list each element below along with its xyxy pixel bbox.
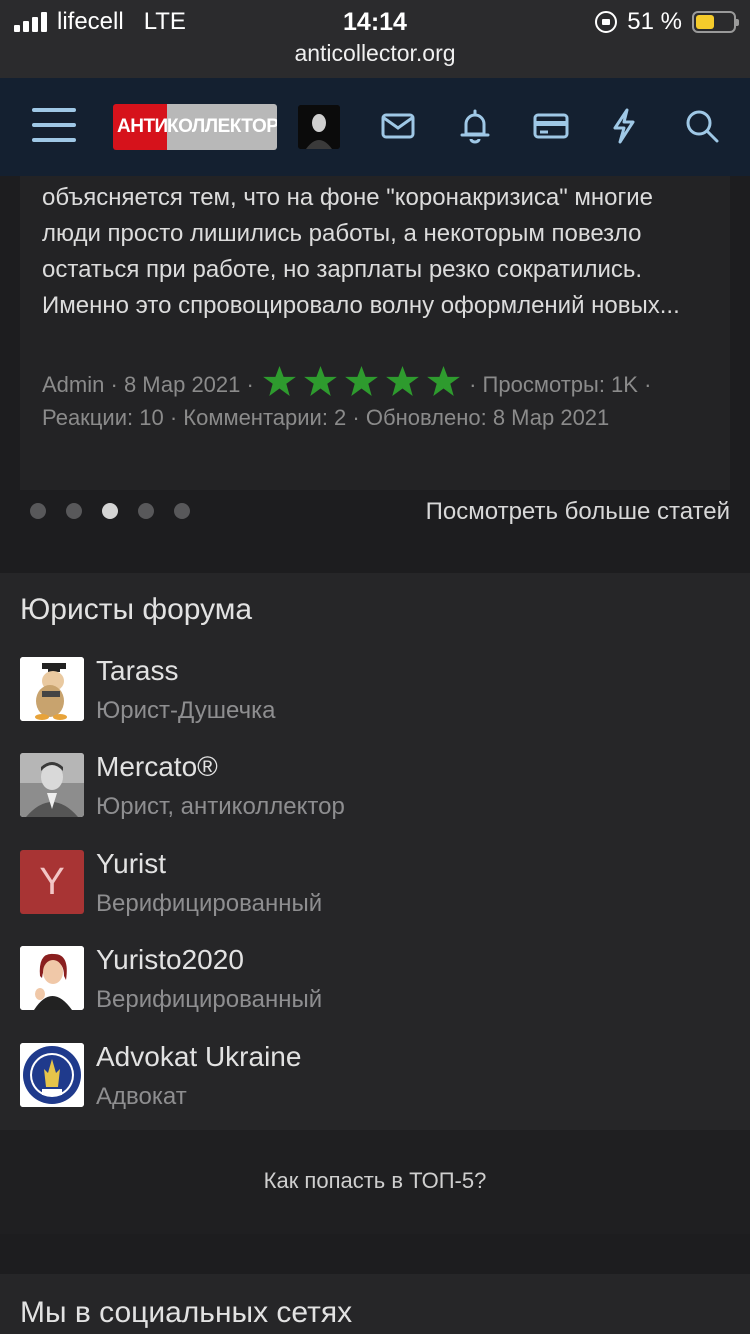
lawyer-avatar[interactable] [20, 1043, 84, 1107]
block-title: Юристы форума [20, 593, 253, 626]
status-right: 51 % [595, 8, 739, 36]
mail-icon[interactable] [380, 108, 416, 144]
lawyer-item[interactable]: Y Yurist Верифицированный [20, 848, 720, 920]
top5-section: Как попасть в ТОП-5? [0, 1130, 750, 1234]
lawyer-role: Адвокат [96, 1083, 187, 1110]
lawyer-role: Верифицированный [96, 890, 323, 917]
browser-status-bar: lifecell LTE 14:14 51 % anticollector.or… [0, 0, 750, 78]
social-title: Мы в социальных сетях [20, 1296, 353, 1329]
star-icon [263, 366, 296, 396]
menu-icon[interactable] [32, 108, 76, 144]
lawyer-role: Юрист-Душечка [96, 697, 276, 724]
carousel-dot[interactable] [102, 503, 118, 519]
lightning-icon[interactable] [606, 108, 642, 144]
article-comments: Комментарии: 2 [183, 405, 347, 430]
lawyer-name[interactable]: Yuristo2020 [96, 944, 244, 976]
article-date: 8 Мар 2021 [123, 372, 241, 397]
lawyer-avatar[interactable] [20, 657, 84, 721]
star-icon [345, 366, 378, 396]
logo-grey-part: КОЛЛЕКТОР [167, 104, 277, 150]
lawyer-avatar-letter[interactable]: Y [20, 850, 84, 914]
lawyer-avatar[interactable] [20, 753, 84, 817]
site-logo[interactable]: АНТИ КОЛЛЕКТОР [113, 104, 277, 150]
star-icon [386, 366, 419, 396]
battery-icon [692, 11, 739, 33]
lawyer-name[interactable]: Tarass [96, 655, 178, 687]
more-articles-link[interactable]: Посмотреть больше статей [426, 498, 730, 526]
logo-red-part: АНТИ [113, 104, 168, 150]
user-avatar[interactable] [298, 105, 340, 149]
carousel-dots [30, 503, 190, 519]
lawyer-item[interactable]: Tarass Юрист-Душечка [20, 655, 720, 727]
lawyer-item[interactable]: Advokat Ukraine Адвокат [20, 1041, 720, 1113]
search-icon[interactable] [684, 108, 720, 144]
bell-icon[interactable] [457, 108, 493, 144]
article-meta: Admin · 8 Мар 2021 · · Просмотры: 1K · Р… [42, 366, 712, 434]
article-updated: Обновлено: 8 Мар 2021 [365, 405, 610, 430]
battery-percent: 51 % [627, 8, 682, 35]
orientation-lock-icon [595, 11, 618, 33]
top5-link[interactable]: Как попасть в ТОП-5? [0, 1168, 750, 1194]
carousel-dot[interactable] [174, 503, 190, 519]
social-block: Мы в социальных сетях [0, 1274, 750, 1334]
address-bar[interactable]: anticollector.org [0, 40, 750, 67]
article-rating [262, 366, 461, 396]
lawyer-role: Верифицированный [96, 986, 323, 1013]
lawyer-item[interactable]: Mercato® Юрист, антиколлектор [20, 751, 720, 823]
article-views: Просмотры: 1K [482, 372, 638, 397]
carousel-dot[interactable] [66, 503, 82, 519]
carousel-dot[interactable] [30, 503, 46, 519]
star-icon [304, 366, 337, 396]
lawyer-name[interactable]: Advokat Ukraine [96, 1041, 301, 1073]
star-icon [427, 366, 460, 396]
article-excerpt[interactable]: объясняется тем, что на фоне "коронакриз… [42, 180, 712, 324]
lawyer-item[interactable]: Yuristo2020 Верифицированный [20, 944, 720, 1016]
lawyer-name[interactable]: Yurist [96, 848, 166, 880]
lawyer-avatar[interactable] [20, 946, 84, 1010]
forum-lawyers-block: Юристы форума Tarass Юрист-Душечка Merca… [0, 573, 750, 1130]
article-author[interactable]: Admin [42, 372, 104, 397]
article-card[interactable]: объясняется тем, что на фоне "коронакриз… [20, 176, 730, 490]
lawyer-name[interactable]: Mercato® [96, 751, 218, 783]
article-reactions: Реакции: 10 [42, 405, 164, 430]
card-icon[interactable] [533, 108, 569, 144]
site-header: АНТИ КОЛЛЕКТОР [0, 78, 750, 176]
carousel-dot[interactable] [138, 503, 154, 519]
lawyer-role: Юрист, антиколлектор [96, 793, 345, 820]
